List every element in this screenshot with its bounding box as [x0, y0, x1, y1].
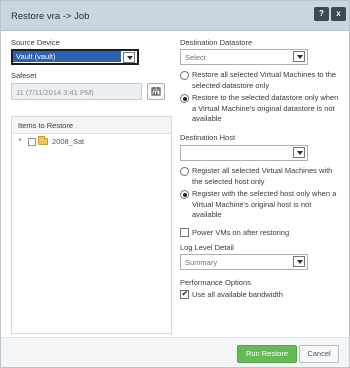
radio-host-when-unavailable[interactable]	[180, 190, 189, 199]
source-device-label: Source Device	[11, 38, 60, 47]
dialog-title: Restore vra -> Job	[11, 11, 90, 22]
radio-datastore-when-unavailable-label: Restore to the selected datastore only w…	[192, 93, 339, 123]
source-device-value: Vault (vault)	[13, 51, 121, 62]
destination-datastore-select[interactable]: Select	[180, 49, 308, 65]
tree-item-label: 2008_Sat	[52, 137, 85, 146]
run-restore-button[interactable]: Run Restore	[237, 345, 297, 363]
calendar-button[interactable]	[147, 83, 165, 100]
log-level-value: Summary	[185, 258, 218, 267]
bandwidth-label: Use all available bandwidth	[192, 290, 283, 299]
radio-host-when-unavailable-label: Register with the selected host only whe…	[192, 189, 337, 219]
log-level-select[interactable]: Summary	[180, 254, 308, 270]
items-to-restore-title: Items to Restore	[18, 121, 74, 130]
log-level-label: Log Level Detail	[180, 243, 234, 252]
safeset-value: 11 (7/11/2014 3:41 PM)	[16, 88, 94, 97]
dialog-footer: Run Restore Cancel	[1, 337, 349, 367]
destination-host-label: Destination Host	[180, 133, 236, 142]
power-on-label: Power VMs on after restoring	[192, 228, 290, 237]
cancel-button[interactable]: Cancel	[299, 345, 339, 363]
chevron-down-icon	[293, 147, 305, 158]
radio-host-all-label: Register all selected Virtual Machines w…	[192, 166, 333, 186]
performance-options-label: Performance Options	[180, 278, 251, 287]
power-on-checkbox[interactable]	[180, 228, 189, 237]
source-device-select[interactable]: Vault (vault)	[11, 49, 139, 65]
chevron-down-icon	[293, 256, 305, 267]
radio-datastore-all[interactable]	[180, 71, 189, 80]
close-button[interactable]: x	[331, 7, 346, 21]
tree-item-checkbox[interactable]	[28, 138, 36, 146]
items-to-restore-header: Items to Restore	[12, 117, 171, 134]
destination-datastore-label: Destination Datastore	[180, 38, 253, 47]
chevron-down-icon	[293, 51, 305, 62]
radio-host-all[interactable]	[180, 167, 189, 176]
expand-icon[interactable]: +	[18, 137, 22, 144]
destination-datastore-value: Select	[185, 53, 206, 62]
bandwidth-checkbox[interactable]	[180, 289, 189, 299]
safeset-field: 11 (7/11/2014 3:41 PM)	[11, 83, 142, 100]
calendar-icon	[151, 87, 161, 96]
title-bar: Restore vra -> Job ? x	[1, 1, 349, 31]
destination-host-select[interactable]	[180, 145, 308, 161]
chevron-down-icon	[123, 52, 135, 63]
safeset-label: Safeset	[11, 71, 37, 80]
items-to-restore-panel: Items to Restore + 2008_Sat	[11, 116, 172, 334]
restore-dialog: Restore vra -> Job ? x Source Device Vau…	[0, 0, 350, 368]
help-button[interactable]: ?	[314, 7, 329, 21]
radio-datastore-all-label: Restore all selected Virtual Machines to…	[192, 70, 337, 90]
radio-datastore-when-unavailable[interactable]	[180, 94, 189, 103]
folder-icon	[38, 136, 48, 145]
